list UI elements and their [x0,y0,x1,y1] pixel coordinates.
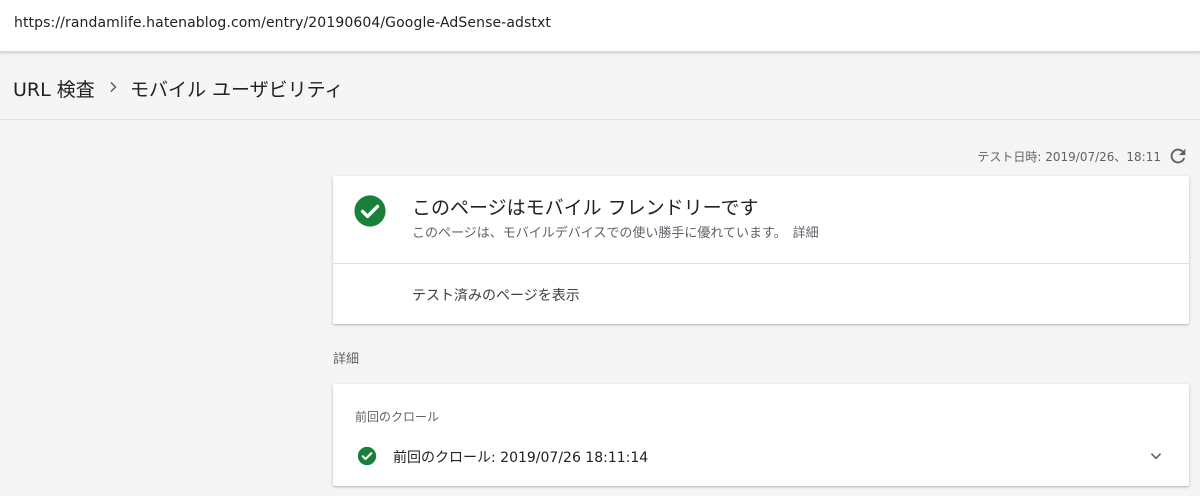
view-tested-page-button[interactable]: テスト済みのページを表示 [412,285,580,305]
last-crawl-label: 前回のクロール [355,410,440,424]
refresh-icon[interactable] [1167,145,1189,167]
address-url[interactable]: https://randamlife.hatenablog.com/entry/… [14,15,551,31]
check-circle-icon [357,446,377,466]
chevron-right-icon [110,81,117,93]
page-title: モバイル ユーザビリティ [130,79,344,101]
breadcrumb-url-inspection[interactable]: URL 検査 [13,75,95,102]
address-bar[interactable]: https://randamlife.hatenablog.com/entry/… [0,0,1200,52]
test-date: テスト日時: 2019/07/26、18:11 [977,150,1161,164]
result-subtitle: このページは、モバイルデバイスでの使い勝手に優れています。 詳細 [412,222,819,241]
mobile-friendly-result-card: このページはモバイル フレンドリーです このページは、モバイルデバイスでの使い勝… [333,176,1189,324]
chevron-down-icon[interactable] [1145,445,1167,467]
last-crawl-card: 前回のクロール 前回のクロール: 2019/07/26 18:11:14 [333,384,1189,486]
check-circle-icon [354,195,386,227]
result-description: このページは、モバイルデバイスでの使い勝手に優れています。 [412,226,787,241]
details-section-title: 詳細 [333,352,360,367]
last-crawl-value: 前回のクロール: 2019/07/26 18:11:14 [393,450,649,466]
result-title: このページはモバイル フレンドリーです [412,197,759,219]
details-link[interactable]: 詳細 [793,226,819,241]
page-header: URL 検査 モバイル ユーザビリティ [0,53,1200,120]
card-divider [333,263,1189,264]
